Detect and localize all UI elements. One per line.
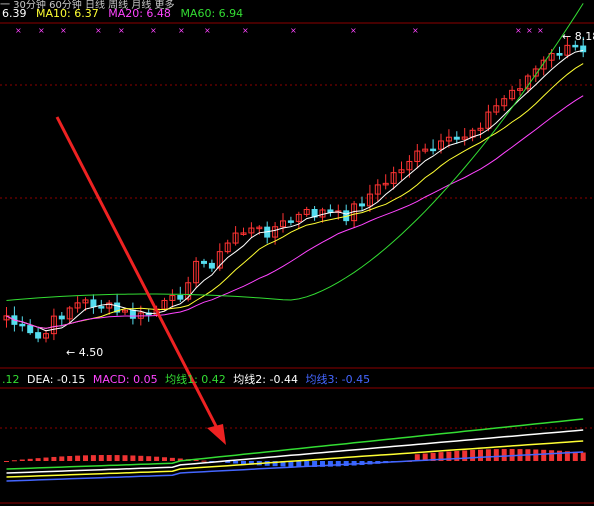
signal-marker: ×	[118, 26, 125, 35]
candle-body	[453, 136, 460, 140]
macd-bar	[169, 457, 175, 461]
macd-bar	[462, 450, 468, 461]
stock-chart: ← 8.18← 4.50××××××××××××××× 一 30分钟 60分钟 …	[0, 0, 594, 506]
candle-body	[90, 299, 97, 308]
macd-bar	[154, 456, 160, 461]
macd-bar	[478, 449, 483, 461]
macd-bar	[67, 455, 73, 461]
signal-marker: ×	[95, 26, 102, 35]
chart-canvas: ← 8.18 ← 4.50 × × × × × × × × × × × × × × ×	[0, 3, 594, 504]
macd-bar	[35, 458, 41, 461]
candle-body	[359, 203, 365, 207]
candle-body	[208, 262, 215, 269]
macd-bar	[51, 456, 57, 461]
macd-bar	[4, 461, 9, 462]
macd-bar	[98, 455, 104, 461]
macd-bar	[557, 450, 562, 461]
macd-bar	[549, 450, 555, 461]
dif-value: .12	[2, 373, 20, 386]
signal-marker: ×	[350, 26, 357, 35]
macd-value: MACD: 0.05	[92, 373, 158, 386]
macd-bar	[572, 451, 578, 461]
signal-marker: ×	[204, 26, 211, 35]
signal-marker: ×	[150, 26, 157, 35]
candle-body	[572, 44, 579, 48]
candle-body	[556, 53, 563, 56]
macd-bar	[75, 455, 81, 461]
pointer-arrowhead	[207, 424, 226, 445]
macd-bar	[83, 455, 88, 461]
macd-bar	[470, 449, 476, 461]
ma10-value: MA10: 6.37	[36, 7, 99, 20]
macd-bar	[162, 457, 167, 461]
macd-bar	[241, 461, 246, 465]
macd-bar	[580, 452, 586, 461]
macd-bar	[59, 456, 65, 461]
ma20-line	[6, 95, 584, 329]
macd-bar	[106, 455, 112, 461]
macd-bar	[19, 459, 25, 461]
signal-marker: ×	[537, 26, 544, 35]
low-price-label: ← 4.50	[66, 346, 103, 359]
ma5-line	[6, 49, 584, 332]
macd-bar	[201, 460, 207, 462]
candle-body	[35, 332, 42, 339]
candle-body	[287, 220, 294, 223]
macd-bar	[454, 450, 460, 461]
macd-bar	[485, 449, 491, 461]
line2-value: 均线2: -0.44	[233, 373, 298, 386]
macd-bar	[27, 458, 33, 461]
candle-body	[430, 148, 437, 152]
candle-body	[177, 295, 184, 300]
macd-bar	[493, 449, 499, 461]
macd-bar	[122, 455, 128, 461]
candle-body	[27, 325, 34, 334]
macd-bar	[114, 455, 120, 461]
signal-marker: ×	[290, 26, 297, 35]
signal-marker: ×	[15, 26, 22, 35]
macd-legend: .12 DEA: -0.15 MACD: 0.05 均线1: 0.42 均线2:…	[2, 371, 374, 387]
macd-bar	[130, 455, 136, 461]
candle-body	[98, 306, 105, 309]
dea-value: DEA: -0.15	[27, 373, 86, 386]
ma20-value: MA20: 6.48	[108, 7, 171, 20]
macd-bar	[90, 455, 96, 461]
candle-body	[129, 309, 136, 319]
ma60-line	[6, 3, 584, 301]
signal-marker: ×	[412, 26, 419, 35]
macd-bar	[233, 461, 239, 464]
line1-value: 均线1: 0.42	[165, 373, 226, 386]
macd-bar	[43, 457, 49, 461]
candle-body	[201, 260, 207, 264]
signal-marker: ×	[60, 26, 67, 35]
ma-legend: 6.39 MA10: 6.37 MA20: 6.48 MA60: 6.94	[2, 7, 249, 20]
signal-marker: ×	[178, 26, 185, 35]
signal-marker: ×	[515, 26, 522, 35]
line3-value: 均线3: -0.45	[305, 373, 371, 386]
macd-bar	[146, 456, 152, 461]
ma60-value: MA60: 6.94	[180, 7, 244, 20]
signal-marker: ×	[242, 26, 249, 35]
candle-body	[327, 209, 334, 213]
macd-bar	[541, 449, 547, 461]
macd-bar	[138, 455, 144, 461]
macd-bar	[501, 449, 507, 461]
candle-body	[19, 323, 26, 327]
macd-bar	[11, 460, 17, 462]
high-price-label: ← 8.18	[562, 30, 594, 43]
ma5-value: 6.39	[2, 7, 27, 20]
signal-marker: ×	[526, 26, 533, 35]
signal-marker: ×	[38, 26, 45, 35]
candle-body	[58, 315, 65, 320]
